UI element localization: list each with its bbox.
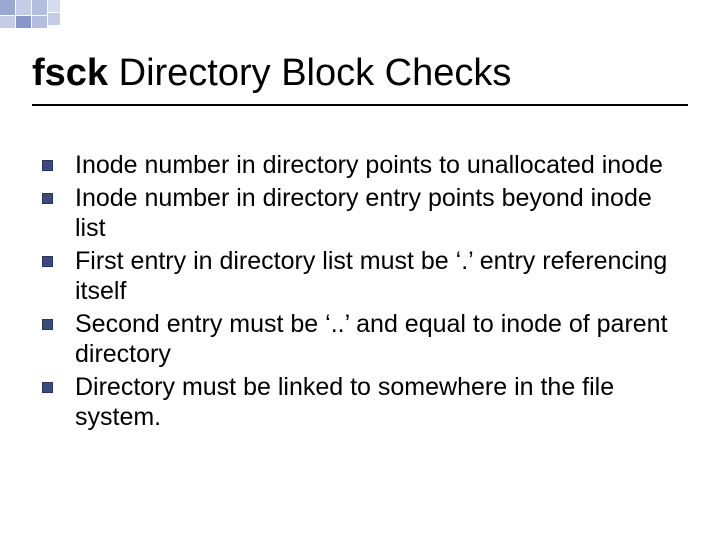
list-item: Inode number in directory entry points b… bbox=[42, 183, 682, 244]
list-item: Inode number in directory points to unal… bbox=[42, 150, 682, 181]
slide-title: fsck Directory Block Checks bbox=[32, 52, 511, 95]
bullet-list: Inode number in directory points to unal… bbox=[42, 150, 682, 435]
bullet-icon bbox=[42, 193, 53, 204]
list-item: First entry in directory list must be ‘.… bbox=[42, 246, 682, 307]
bullet-text: Inode number in directory entry points b… bbox=[75, 183, 682, 244]
bullet-icon bbox=[42, 256, 53, 267]
bullet-icon bbox=[42, 160, 53, 171]
list-item: Second entry must be ‘..’ and equal to i… bbox=[42, 309, 682, 370]
title-underline bbox=[32, 104, 688, 106]
title-bold: fsck bbox=[32, 52, 108, 94]
list-item: Directory must be linked to somewhere in… bbox=[42, 372, 682, 433]
corner-decoration bbox=[0, 0, 92, 30]
bullet-text: Second entry must be ‘..’ and equal to i… bbox=[75, 309, 682, 370]
bullet-text: First entry in directory list must be ‘.… bbox=[75, 246, 682, 307]
bullet-icon bbox=[42, 319, 53, 330]
bullet-text: Directory must be linked to somewhere in… bbox=[75, 372, 682, 433]
title-rest: Directory Block Checks bbox=[108, 52, 511, 94]
bullet-text: Inode number in directory points to unal… bbox=[75, 150, 663, 181]
bullet-icon bbox=[42, 382, 53, 393]
